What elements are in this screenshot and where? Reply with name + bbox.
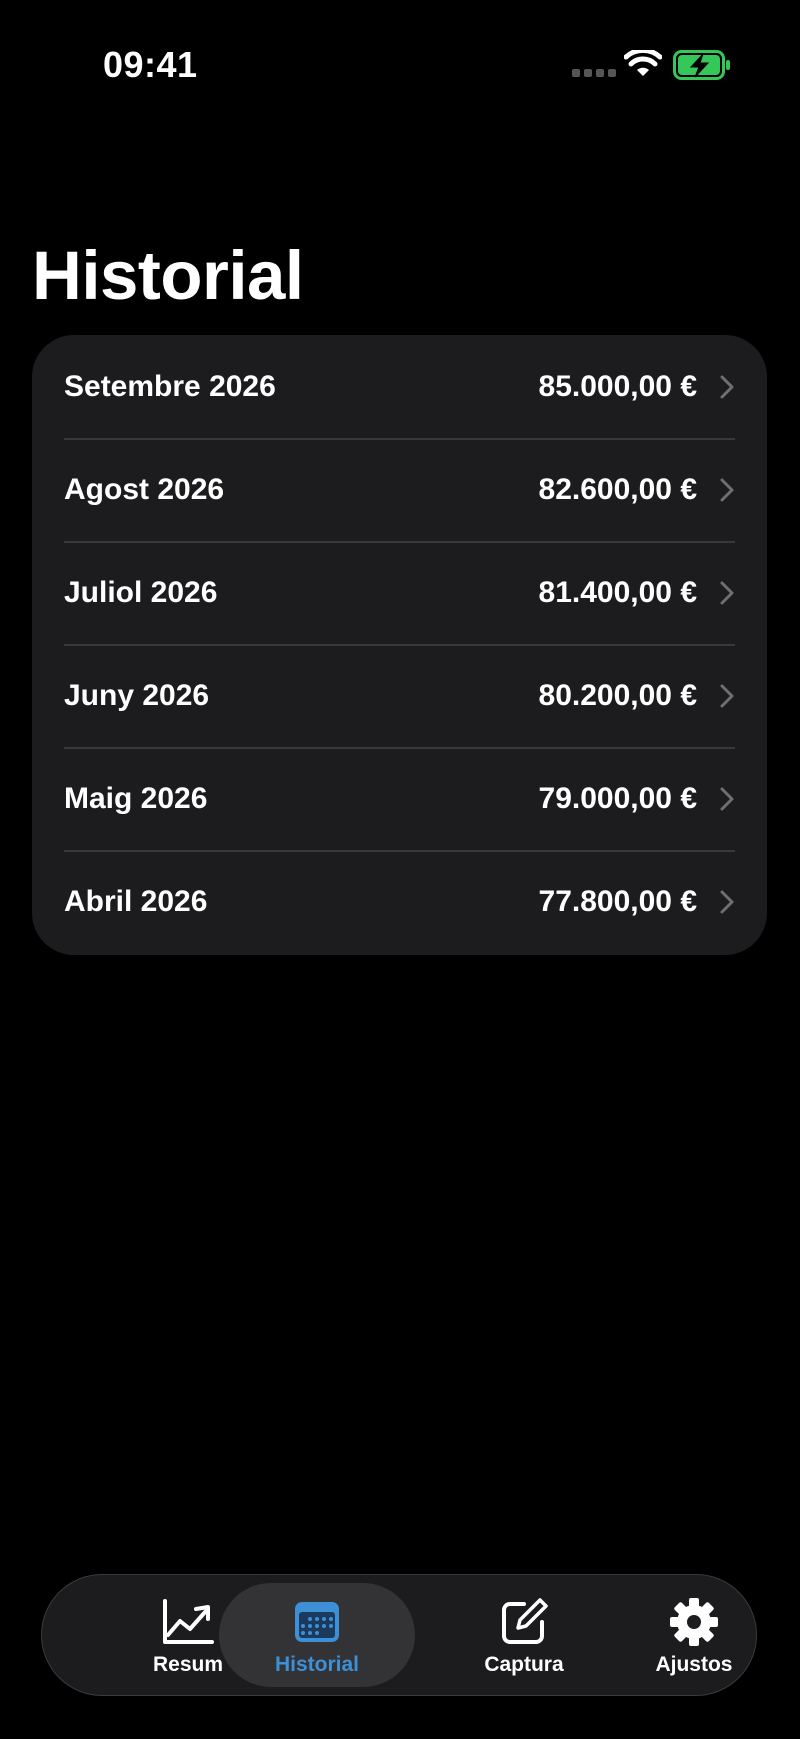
page-title: Historial [32,237,304,314]
tab-label: Captura [484,1653,564,1676]
edit-icon [500,1597,548,1647]
history-row-amount: 79.000,00 € [538,781,697,815]
history-row-month: Juliol 2026 [64,575,218,609]
history-row-amount: 77.800,00 € [538,884,697,918]
history-list: Setembre 2026 85.000,00 € Agost 2026 82.… [32,335,767,955]
chevron-right-icon [720,684,734,707]
history-row-amount: 81.400,00 € [538,575,697,609]
wifi-icon [624,50,662,76]
tab-label: Historial [274,1653,360,1676]
chart-line-icon [162,1597,214,1647]
history-row-month: Maig 2026 [64,781,208,815]
tab-historial[interactable]: Historial [219,1583,415,1687]
battery-charging-icon [673,50,730,80]
history-row[interactable]: Maig 2026 79.000,00 € [32,747,767,850]
history-row-month: Setembre 2026 [64,369,276,403]
chevron-right-icon [720,787,734,810]
history-row[interactable]: Setembre 2026 85.000,00 € [32,335,767,438]
cellular-signal-icon [572,69,616,77]
history-row[interactable]: Agost 2026 82.600,00 € [32,438,767,541]
tab-captura[interactable]: Captura [440,1583,608,1687]
history-row-month: Agost 2026 [64,472,225,506]
tab-label: Ajustos [655,1653,733,1676]
status-bar: 09:41 [0,0,800,130]
tab-label: Resum [152,1653,224,1676]
history-row[interactable]: Juny 2026 80.200,00 € [32,644,767,747]
gear-icon [669,1597,719,1647]
history-row-month: Juny 2026 [64,678,210,712]
status-time: 09:41 [103,44,198,85]
chevron-right-icon [720,478,734,501]
chevron-right-icon [720,890,734,913]
calendar-icon [293,1597,341,1647]
tab-ajustos[interactable]: Ajustos [610,1583,778,1687]
history-row[interactable]: Abril 2026 77.800,00 € [32,850,767,953]
history-row-amount: 85.000,00 € [538,369,697,403]
history-row-month: Abril 2026 [64,884,208,918]
history-row-amount: 80.200,00 € [538,678,697,712]
history-row-amount: 82.600,00 € [538,472,697,506]
chevron-right-icon [720,375,734,398]
chevron-right-icon [720,581,734,604]
history-row[interactable]: Juliol 2026 81.400,00 € [32,541,767,644]
tab-bar: Resum Historial Captura Ajustos [41,1574,757,1696]
